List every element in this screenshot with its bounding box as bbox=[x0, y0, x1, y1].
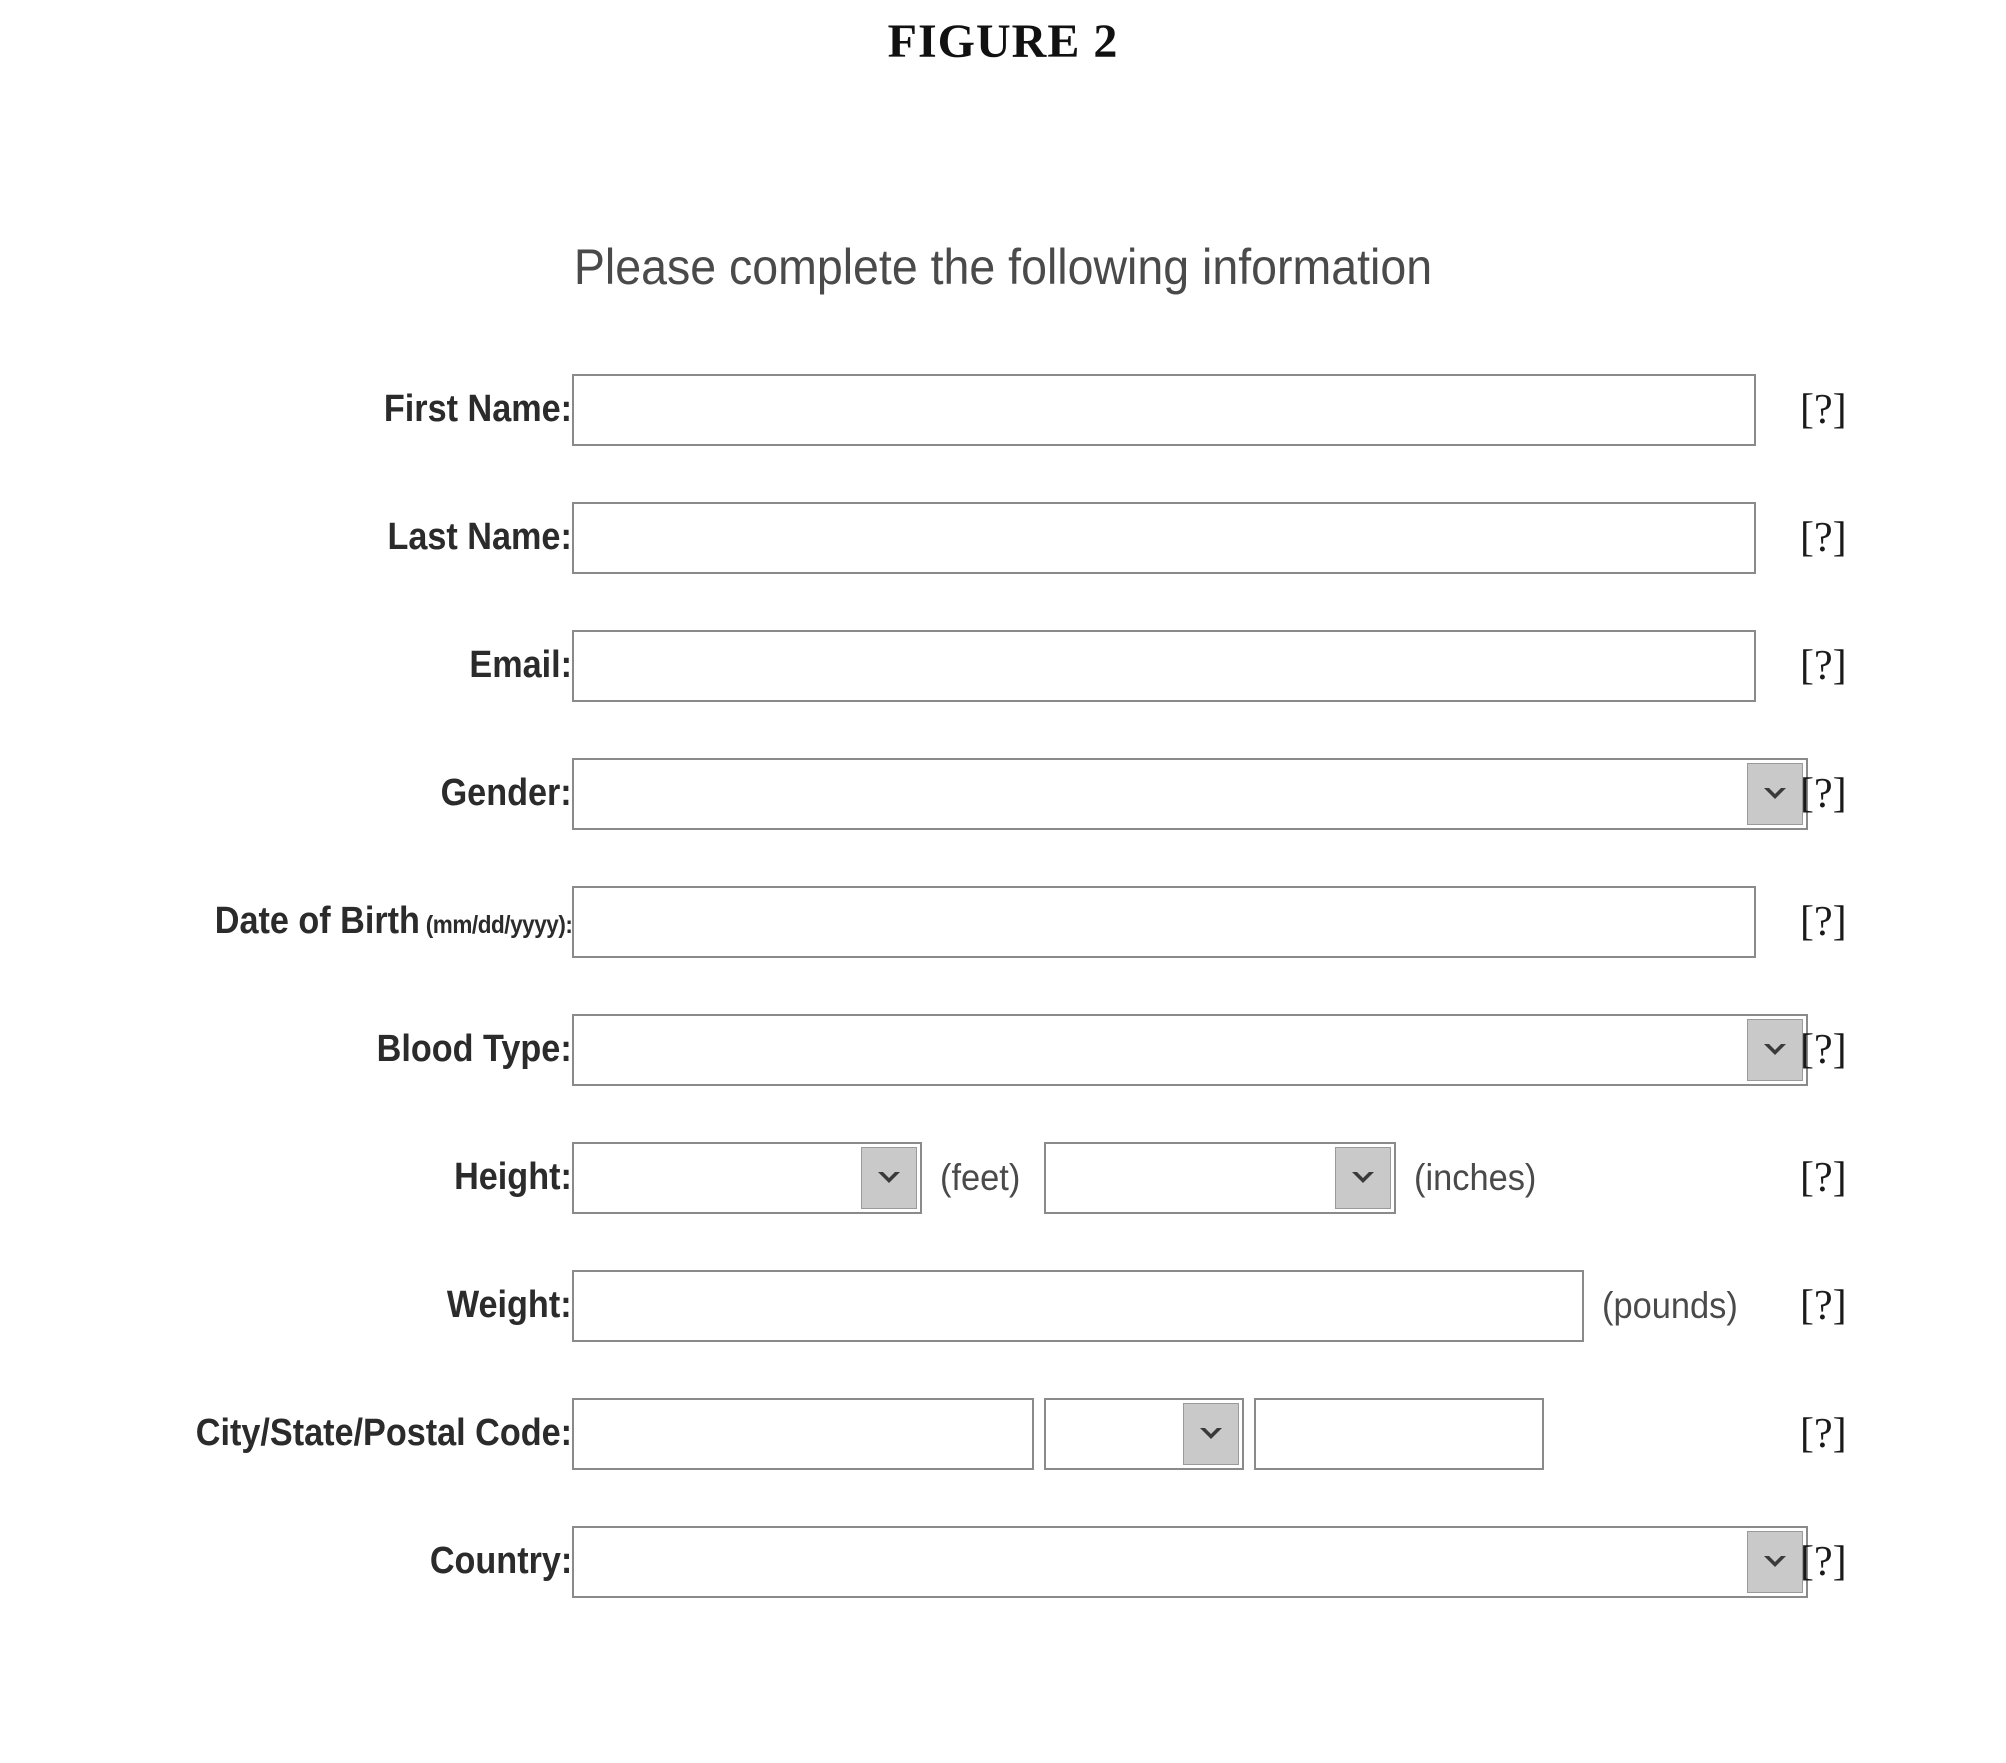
weight-input[interactable] bbox=[572, 1270, 1584, 1342]
form-row-city-state-postal: City/State/Postal Code: [?] bbox=[0, 1392, 2006, 1520]
first-name-label: First Name: bbox=[384, 388, 572, 431]
country-select[interactable] bbox=[572, 1526, 1808, 1598]
gender-help-marker[interactable]: [?] bbox=[1800, 770, 1847, 818]
form-row-blood-type: Blood Type: [?] bbox=[0, 1008, 2006, 1136]
date-of-birth-input[interactable] bbox=[572, 886, 1756, 958]
city-state-postal-fields bbox=[572, 1398, 1544, 1470]
last-name-label-text: Last Name: bbox=[387, 516, 572, 558]
first-name-help-marker[interactable]: [?] bbox=[1800, 386, 1847, 434]
blood-type-select[interactable] bbox=[572, 1014, 1808, 1086]
chevron-down-icon[interactable] bbox=[1747, 1531, 1803, 1593]
chevron-down-icon[interactable] bbox=[1747, 1019, 1803, 1081]
blood-type-fields bbox=[572, 1014, 1808, 1086]
form-rows-container: First Name: [?] Last Name: [?] Email: [?… bbox=[0, 368, 2006, 1648]
first-name-label-text: First Name: bbox=[383, 388, 572, 430]
city-input[interactable] bbox=[572, 1398, 1034, 1470]
date-of-birth-fields bbox=[572, 886, 1756, 958]
chevron-down-icon[interactable] bbox=[861, 1147, 917, 1209]
form-row-height: Height: (feet) (inches) [?] bbox=[0, 1136, 2006, 1264]
city-state-postal-help-marker[interactable]: [?] bbox=[1800, 1410, 1847, 1458]
city-state-postal-label-text: City/State/Postal Code: bbox=[195, 1412, 572, 1454]
height-label: Height: bbox=[454, 1156, 572, 1199]
date-of-birth-label: Date of Birth (mm/dd/yyyy): bbox=[214, 900, 572, 943]
first-name-input[interactable] bbox=[572, 374, 1756, 446]
weight-label-text: Weight: bbox=[447, 1284, 572, 1326]
weight-unit: (pounds) bbox=[1602, 1285, 1738, 1326]
postal-code-input[interactable] bbox=[1254, 1398, 1544, 1470]
height-feet-unit: (feet) bbox=[940, 1157, 1021, 1198]
form-row-last-name: Last Name: [?] bbox=[0, 496, 2006, 624]
form-heading: Please complete the following informatio… bbox=[573, 239, 1433, 295]
date-of-birth-help-marker[interactable]: [?] bbox=[1800, 898, 1847, 946]
height-inches-select[interactable] bbox=[1044, 1142, 1397, 1214]
last-name-help-marker[interactable]: [?] bbox=[1800, 514, 1847, 562]
form-row-email: Email: [?] bbox=[0, 624, 2006, 752]
last-name-label: Last Name: bbox=[388, 516, 572, 559]
height-help-marker[interactable]: [?] bbox=[1800, 1154, 1847, 1202]
weight-label: Weight: bbox=[447, 1284, 572, 1327]
email-fields bbox=[572, 630, 1756, 702]
country-label: Country: bbox=[430, 1540, 572, 1583]
height-feet-select[interactable] bbox=[572, 1142, 922, 1214]
email-input[interactable] bbox=[572, 630, 1756, 702]
blood-type-help-marker[interactable]: [?] bbox=[1800, 1026, 1847, 1074]
height-fields: (feet) (inches) bbox=[572, 1142, 1546, 1214]
country-fields bbox=[572, 1526, 1808, 1598]
weight-fields: (pounds) bbox=[572, 1270, 1748, 1342]
email-label-text: Email: bbox=[469, 644, 572, 686]
date-of-birth-format-hint: (mm/dd/yyyy): bbox=[419, 911, 572, 939]
form-row-first-name: First Name: [?] bbox=[0, 368, 2006, 496]
blood-type-label-text: Blood Type: bbox=[376, 1028, 572, 1070]
gender-label-text: Gender: bbox=[440, 772, 572, 814]
form-row-date-of-birth: Date of Birth (mm/dd/yyyy): [?] bbox=[0, 880, 2006, 1008]
last-name-fields bbox=[572, 502, 1756, 574]
gender-select[interactable] bbox=[572, 758, 1808, 830]
country-label-text: Country: bbox=[429, 1540, 572, 1582]
last-name-input[interactable] bbox=[572, 502, 1756, 574]
weight-help-marker[interactable]: [?] bbox=[1800, 1282, 1847, 1330]
height-inches-unit: (inches) bbox=[1414, 1157, 1537, 1198]
form-row-gender: Gender: [?] bbox=[0, 752, 2006, 880]
first-name-fields bbox=[572, 374, 1756, 446]
blood-type-label: Blood Type: bbox=[377, 1028, 572, 1071]
figure-title: FIGURE 2 bbox=[887, 15, 1119, 68]
email-label: Email: bbox=[469, 644, 572, 687]
country-help-marker[interactable]: [?] bbox=[1800, 1538, 1847, 1586]
form-row-weight: Weight: (pounds) [?] bbox=[0, 1264, 2006, 1392]
gender-label: Gender: bbox=[441, 772, 572, 815]
chevron-down-icon[interactable] bbox=[1335, 1147, 1392, 1209]
height-label-text: Height: bbox=[454, 1156, 572, 1198]
city-state-postal-label: City/State/Postal Code: bbox=[196, 1412, 572, 1455]
form-row-country: Country: [?] bbox=[0, 1520, 2006, 1648]
chevron-down-icon[interactable] bbox=[1747, 763, 1803, 825]
state-select[interactable] bbox=[1044, 1398, 1244, 1470]
email-help-marker[interactable]: [?] bbox=[1800, 642, 1847, 690]
chevron-down-icon[interactable] bbox=[1183, 1403, 1239, 1465]
gender-fields bbox=[572, 758, 1808, 830]
date-of-birth-label-text: Date of Birth bbox=[214, 900, 420, 942]
